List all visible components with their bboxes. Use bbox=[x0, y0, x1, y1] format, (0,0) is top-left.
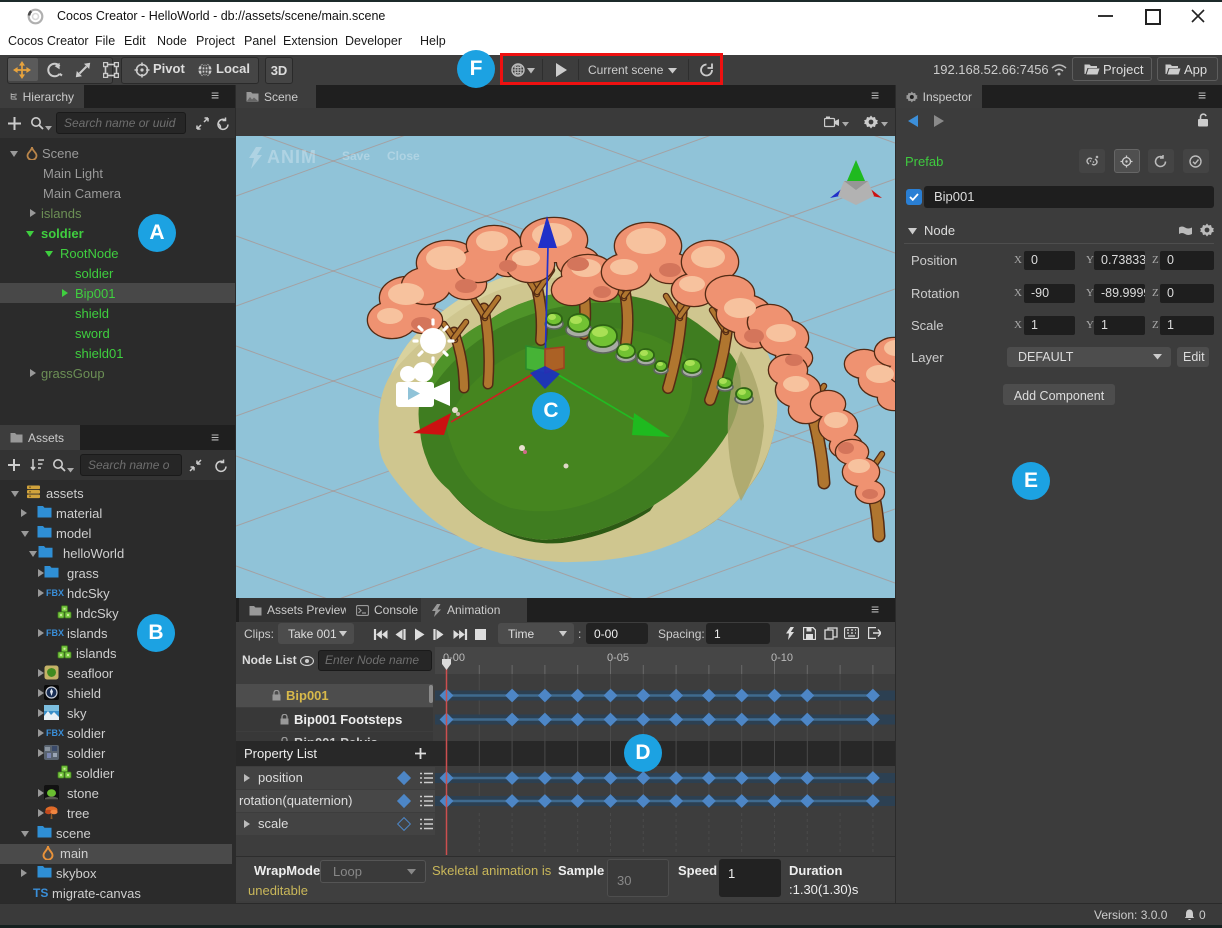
svg-text:Close: Close bbox=[387, 149, 420, 163]
svg-text:ANIM: ANIM bbox=[267, 147, 317, 167]
svg-text:Save: Save bbox=[342, 149, 370, 163]
